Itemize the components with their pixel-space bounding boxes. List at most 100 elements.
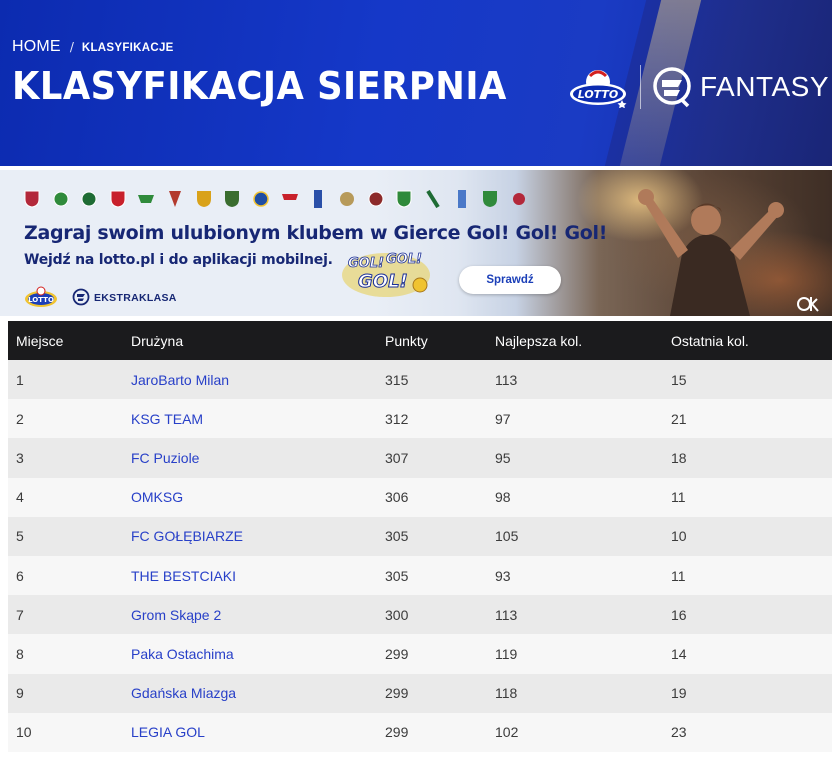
- cell-points: 306: [385, 477, 495, 517]
- cell-last-round: 23: [671, 712, 832, 752]
- promo-banner[interactable]: Zagraj swoim ulubionym klubem w Gierce G…: [0, 170, 832, 316]
- table-row: 3 FC Puziole 307 95 18: [8, 438, 832, 478]
- ranking-table-container: Miejsce Drużyna Punkty Najlepsza kol. Os…: [8, 321, 832, 752]
- breadcrumb-home-link[interactable]: HOME: [12, 38, 61, 56]
- table-row: 8 Paka Ostachima 299 119 14: [8, 634, 832, 674]
- club-badge-icon: [53, 191, 69, 207]
- club-badge-icon: [426, 190, 440, 208]
- club-badge-icon: [225, 191, 239, 207]
- table-row: 1 JaroBarto Milan 315 113 15: [8, 360, 832, 400]
- club-badge-icon: [396, 190, 412, 208]
- cell-last-round: 19: [671, 673, 832, 713]
- club-badge-icon: [368, 191, 384, 207]
- team-link[interactable]: KSG TEAM: [131, 411, 203, 427]
- team-link[interactable]: Paka Ostachima: [131, 646, 234, 662]
- team-link[interactable]: FC Puziole: [131, 450, 199, 466]
- gol-text-1: GOL!: [348, 256, 384, 271]
- cell-place: 3: [8, 438, 131, 478]
- table-row: 5 FC GOŁĘBIARZE 305 105 10: [8, 516, 832, 556]
- club-badges-row: [24, 190, 534, 212]
- banner-lotto-logo: LOTTO: [25, 286, 57, 307]
- celebrating-fan-image: [638, 189, 784, 316]
- team-link[interactable]: THE BESTCIAKI: [131, 568, 236, 584]
- cell-best-round: 95: [495, 438, 671, 478]
- team-link[interactable]: Grom Skąpe 2: [131, 607, 221, 623]
- cell-last-round: 14: [671, 634, 832, 674]
- page: HOME / KLASYFIKACJE KLASYFIKACJA SIERPNI…: [0, 0, 832, 757]
- cell-last-round: 11: [671, 477, 832, 517]
- cell-place: 10: [8, 712, 131, 752]
- team-link[interactable]: OMKSG: [131, 489, 183, 505]
- cell-place: 6: [8, 555, 131, 596]
- cell-best-round: 113: [495, 595, 671, 635]
- cell-points: 299: [385, 712, 495, 752]
- breadcrumb-separator: /: [69, 40, 74, 54]
- cell-points: 305: [385, 516, 495, 556]
- lotto-logo[interactable]: LOTTO: [568, 68, 630, 108]
- svg-text:LOTTO: LOTTO: [578, 88, 619, 101]
- table-row: 9 Gdańska Miazga 299 118 19: [8, 673, 832, 713]
- cell-place: 4: [8, 477, 131, 517]
- cell-last-round: 11: [671, 555, 832, 596]
- club-badge-icon: [169, 191, 181, 207]
- table-row: 6 THE BESTCIAKI 305 93 11: [8, 555, 832, 596]
- fantasy-label: FANTASY: [700, 71, 830, 102]
- cell-best-round: 93: [495, 555, 671, 596]
- cell-best-round: 97: [495, 399, 671, 439]
- banner-subline: Wejdź na lotto.pl i do aplikacji mobilne…: [24, 252, 333, 268]
- cell-points: 315: [385, 360, 495, 400]
- ranking-table: Miejsce Drużyna Punkty Najlepsza kol. Os…: [8, 321, 832, 752]
- cell-last-round: 18: [671, 438, 832, 478]
- cell-place: 2: [8, 399, 131, 439]
- cell-points: 300: [385, 595, 495, 635]
- table-row: 7 Grom Skąpe 2 300 113 16: [8, 595, 832, 635]
- gol-text-2: GOL!: [386, 252, 422, 267]
- cell-last-round: 16: [671, 595, 832, 635]
- cell-last-round: 10: [671, 516, 832, 556]
- ekstraklasa-logo[interactable]: [652, 66, 692, 108]
- svg-text:LOTTO: LOTTO: [28, 296, 54, 304]
- banner-headline: Zagraj swoim ulubionym klubem w Gierce G…: [24, 222, 608, 244]
- table-row: 10 LEGIA GOL 299 102 23: [8, 712, 832, 752]
- sprawdz-button[interactable]: Sprawdź: [459, 266, 561, 294]
- column-header-best-round: Najlepsza kol.: [495, 321, 671, 360]
- cell-best-round: 113: [495, 360, 671, 400]
- club-badge-icon: [253, 191, 269, 207]
- team-link[interactable]: Gdańska Miazga: [131, 685, 236, 701]
- club-badge-icon: [483, 191, 497, 207]
- team-link[interactable]: LEGIA GOL: [131, 724, 205, 740]
- breadcrumb: HOME / KLASYFIKACJE: [12, 38, 174, 56]
- cell-best-round: 118: [495, 673, 671, 713]
- team-link[interactable]: FC GOŁĘBIARZE: [131, 528, 243, 544]
- breadcrumb-current: KLASYFIKACJE: [81, 42, 174, 54]
- table-body: 1 JaroBarto Milan 315 113 15 2 KSG TEAM …: [8, 360, 832, 752]
- column-header-team: Drużyna: [131, 321, 385, 360]
- cell-best-round: 105: [495, 516, 671, 556]
- club-badge-icon: [340, 192, 354, 206]
- banner-ekstraklasa-icon: [72, 288, 90, 306]
- cell-place: 1: [8, 360, 131, 400]
- club-badge-icon: [24, 190, 40, 208]
- cell-place: 5: [8, 516, 131, 556]
- column-header-place: Miejsce: [8, 321, 131, 360]
- cell-last-round: 21: [671, 399, 832, 439]
- table-row: 2 KSG TEAM 312 97 21: [8, 399, 832, 439]
- column-header-last-round: Ostatnia kol.: [671, 321, 832, 360]
- cell-place: 9: [8, 673, 131, 713]
- cell-best-round: 119: [495, 634, 671, 674]
- cell-place: 8: [8, 634, 131, 674]
- column-header-points: Punkty: [385, 321, 495, 360]
- team-link[interactable]: JaroBarto Milan: [131, 372, 229, 388]
- club-badge-icon: [314, 190, 322, 208]
- cell-points: 299: [385, 673, 495, 713]
- club-badge-icon: [282, 194, 298, 200]
- gol-text-3: GOL!: [358, 271, 408, 292]
- club-badge-icon: [513, 193, 525, 205]
- ok-logo-icon: [797, 297, 819, 312]
- logo-divider: [640, 65, 641, 109]
- cell-place: 7: [8, 595, 131, 635]
- table-header: Miejsce Drużyna Punkty Najlepsza kol. Os…: [8, 321, 832, 360]
- club-badge-icon: [458, 190, 466, 208]
- club-badge-icon: [110, 190, 126, 208]
- banner-ekstraklasa-label: EKSTRAKLASA: [94, 292, 177, 304]
